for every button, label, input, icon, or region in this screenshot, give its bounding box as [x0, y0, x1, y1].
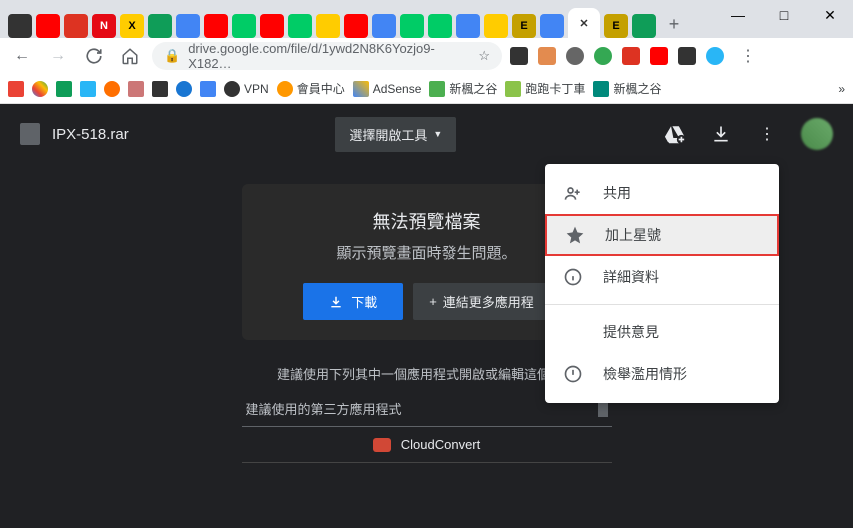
bookmark[interactable] — [104, 81, 120, 97]
bookmarks-overflow[interactable]: » — [838, 82, 845, 96]
open-with-button[interactable]: 選擇開啟工具 ▼ — [335, 117, 456, 152]
bookmark[interactable]: 跑跑卡丁車 — [505, 80, 585, 97]
menu-details[interactable]: 詳細資料 — [545, 256, 779, 298]
warning-icon — [561, 362, 585, 386]
add-to-drive-button[interactable] — [663, 122, 687, 146]
bookmark[interactable] — [8, 81, 24, 97]
extension-icon[interactable] — [566, 47, 584, 65]
nav-home[interactable] — [116, 42, 144, 70]
nav-reload[interactable] — [80, 42, 108, 70]
browser-menu[interactable]: ⋮ — [734, 42, 762, 70]
bookmark[interactable] — [200, 81, 216, 97]
tab[interactable] — [632, 14, 656, 38]
tab[interactable] — [316, 14, 340, 38]
window-minimize[interactable]: — — [715, 0, 761, 30]
preview-subtitle: 顯示預覽畫面時發生問題。 — [262, 242, 592, 263]
menu-add-star[interactable]: 加上星號 — [545, 214, 779, 256]
tab-active[interactable]: ✕ — [568, 8, 600, 38]
tab[interactable] — [288, 14, 312, 38]
bookmark[interactable] — [32, 81, 48, 97]
download-file-button[interactable]: 下載 — [303, 283, 403, 320]
tab[interactable] — [148, 14, 172, 38]
nav-back[interactable]: ← — [8, 42, 36, 70]
more-actions-menu: 共用 加上星號 詳細資料 提供意見 檢舉濫用情形 — [545, 164, 779, 403]
extension-icon[interactable] — [510, 47, 528, 65]
bookmark[interactable]: AdSense — [353, 81, 422, 97]
info-icon — [561, 265, 585, 289]
more-actions-button[interactable]: ⋮ — [755, 122, 779, 146]
extension-icon[interactable] — [678, 47, 696, 65]
bookmark[interactable]: 新楓之谷 — [593, 80, 661, 97]
cloudconvert-icon — [373, 438, 391, 452]
tab[interactable] — [204, 14, 228, 38]
window-close[interactable]: ✕ — [807, 0, 853, 30]
drive-viewer: IPX-518.rar 選擇開啟工具 ▼ ⋮ 無法預覽檔案 顯示預覽畫面時發生問… — [0, 104, 853, 528]
tab[interactable] — [260, 14, 284, 38]
tab[interactable] — [344, 14, 368, 38]
bookmark[interactable] — [128, 81, 144, 97]
url-text: drive.google.com/file/d/1ywd2N8K6Yozjo9-… — [188, 41, 470, 71]
bookmark[interactable]: 新楓之谷 — [429, 80, 497, 97]
tab[interactable] — [232, 14, 256, 38]
window-maximize[interactable]: □ — [761, 0, 807, 30]
suggest-header: 建議使用的第三方應用程式 — [246, 399, 402, 418]
avatar[interactable] — [801, 118, 833, 150]
tab[interactable]: E — [512, 14, 536, 38]
menu-feedback[interactable]: 提供意見 — [545, 311, 779, 353]
extension-icon[interactable] — [622, 47, 640, 65]
star-icon — [563, 223, 587, 247]
bookmark[interactable]: VPN — [224, 81, 269, 97]
bookmark[interactable] — [80, 81, 96, 97]
bookmark[interactable] — [176, 81, 192, 97]
tab[interactable] — [372, 14, 396, 38]
menu-share[interactable]: 共用 — [545, 172, 779, 214]
preview-title: 無法預覽檔案 — [262, 208, 592, 234]
tab[interactable] — [400, 14, 424, 38]
tab[interactable] — [456, 14, 480, 38]
bookmark[interactable] — [152, 81, 168, 97]
caret-down-icon: ▼ — [433, 129, 442, 139]
tab[interactable] — [428, 14, 452, 38]
tab[interactable] — [64, 14, 88, 38]
bookmarks-bar: VPN 會員中心 AdSense 新楓之谷 跑跑卡丁車 新楓之谷 » — [0, 74, 853, 104]
filename: IPX-518.rar — [52, 126, 129, 143]
nav-forward[interactable]: → — [44, 42, 72, 70]
tab[interactable] — [176, 14, 200, 38]
tab[interactable]: N — [92, 14, 116, 38]
file-icon — [20, 123, 40, 145]
tab[interactable] — [540, 14, 564, 38]
share-icon — [561, 181, 585, 205]
tab[interactable] — [8, 14, 32, 38]
tab[interactable]: E — [604, 14, 628, 38]
extension-icon[interactable] — [706, 47, 724, 65]
url-box[interactable]: 🔒 drive.google.com/file/d/1ywd2N8K6Yozjo… — [152, 42, 502, 70]
menu-report-abuse[interactable]: 檢舉濫用情形 — [545, 353, 779, 395]
tab[interactable] — [484, 14, 508, 38]
lock-icon: 🔒 — [164, 48, 180, 64]
menu-divider — [545, 304, 779, 305]
blank-icon — [561, 320, 585, 344]
tab[interactable] — [36, 14, 60, 38]
tab[interactable]: X — [120, 14, 144, 38]
extension-icon[interactable] — [594, 47, 612, 65]
bookmark[interactable] — [56, 81, 72, 97]
suggested-app-cloudconvert[interactable]: CloudConvert — [242, 427, 612, 463]
plus-icon: + — [429, 294, 437, 309]
connect-more-apps-button[interactable]: + 連結更多應用程 — [413, 283, 550, 320]
download-button[interactable] — [709, 122, 733, 146]
close-icon[interactable]: ✕ — [579, 17, 588, 30]
bookmark[interactable]: 會員中心 — [277, 80, 345, 97]
extension-icon[interactable] — [650, 47, 668, 65]
address-bar: ← → 🔒 drive.google.com/file/d/1ywd2N8K6Y… — [0, 38, 853, 74]
new-tab-button[interactable]: + — [660, 10, 688, 38]
star-icon[interactable]: ☆ — [478, 48, 490, 64]
extension-icon[interactable] — [538, 47, 556, 65]
